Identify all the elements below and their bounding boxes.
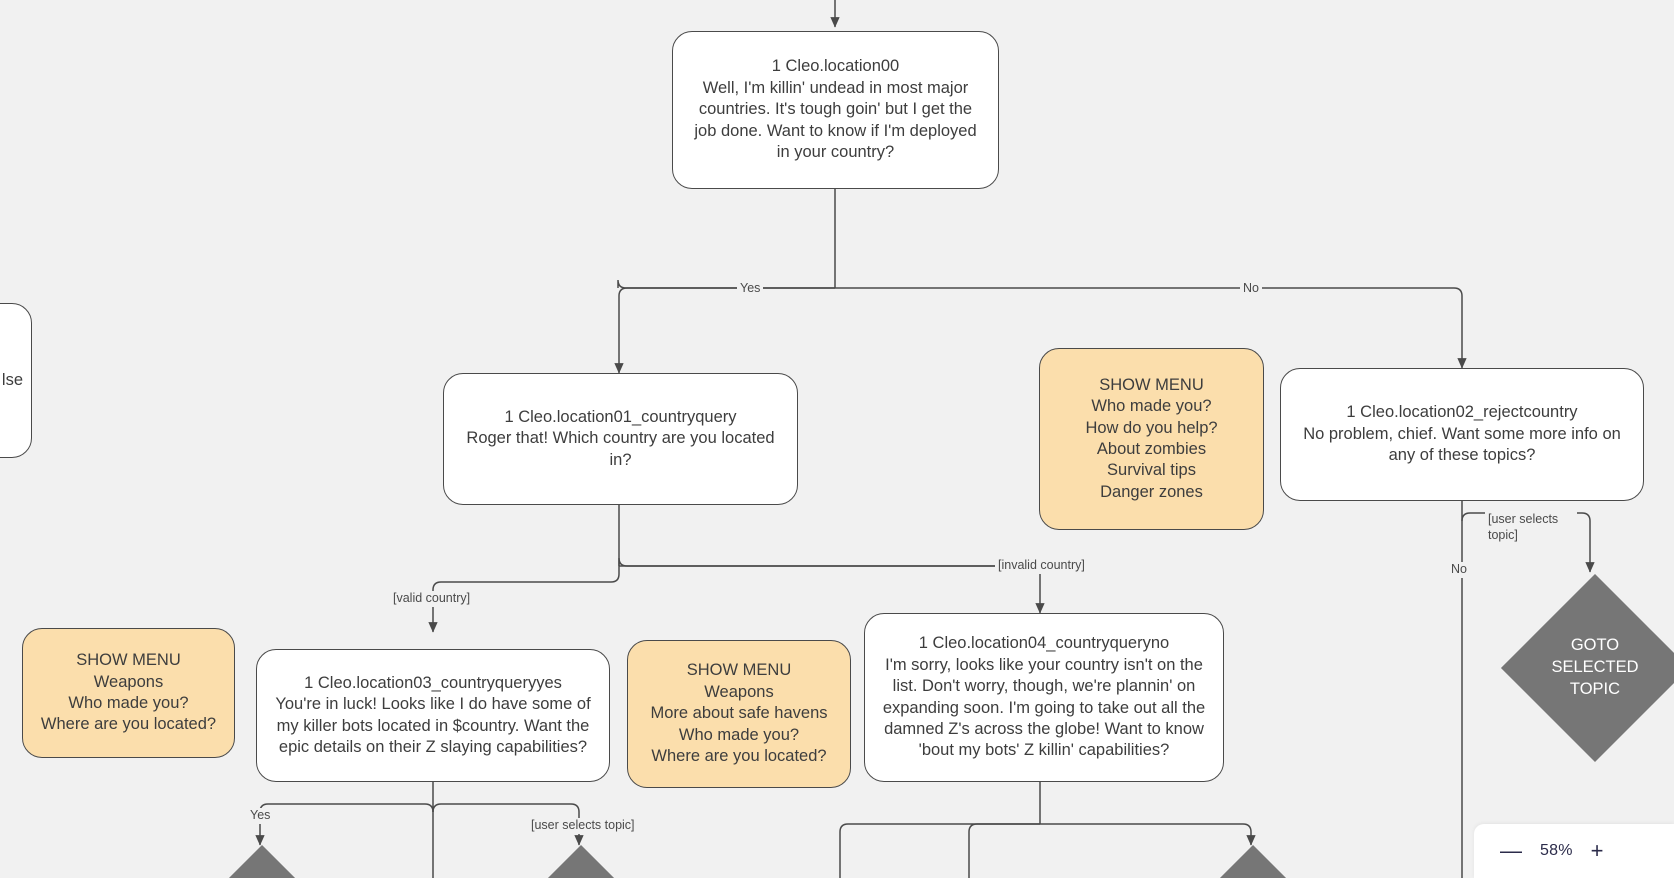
node-partial-left-else[interactable]: lse	[0, 303, 32, 458]
node-decision-bottom-yes[interactable]	[215, 844, 309, 878]
flowchart-canvas[interactable]: lse 1 Cleo.location00 Well, I'm killin' …	[0, 0, 1674, 878]
edge-label-no-right: No	[1448, 562, 1470, 578]
edge-label-user-selects-topic-bottom: [user selects topic]	[528, 818, 638, 834]
edge-label-user-selects-topic-right: [user selects topic]	[1485, 512, 1577, 544]
zoom-control[interactable]: — 58% +	[1474, 824, 1674, 878]
node-location04-countryqueryno[interactable]: 1 Cleo.location04_countryqueryno I'm sor…	[864, 613, 1224, 782]
zoom-out-button[interactable]: —	[1500, 840, 1522, 862]
node-menu-weapons-left[interactable]: SHOW MENU Weapons Who made you? Where ar…	[22, 628, 235, 758]
edge-label-no-top: No	[1240, 281, 1262, 297]
node-decision-bottom-topic[interactable]	[534, 844, 628, 878]
edge-label-yes-bottom: Yes	[247, 808, 274, 824]
node-decision-bottom-right[interactable]	[1206, 844, 1300, 878]
edge-label-invalid-country: [invalid country]	[995, 558, 1088, 574]
edge-label-yes-top: Yes	[737, 281, 764, 297]
node-location02-rejectcountry[interactable]: 1 Cleo.location02_rejectcountry No probl…	[1280, 368, 1644, 501]
zoom-level-value: 58%	[1540, 842, 1573, 859]
edge-label-valid-country: [valid country]	[390, 591, 474, 607]
zoom-in-button[interactable]: +	[1591, 840, 1604, 862]
node-location00[interactable]: 1 Cleo.location00 Well, I'm killin' unde…	[672, 31, 999, 189]
node-menu-safe-havens[interactable]: SHOW MENU Weapons More about safe havens…	[627, 640, 851, 788]
node-location03-countryqueryyes[interactable]: 1 Cleo.location03_countryqueryyes You're…	[256, 649, 610, 782]
node-location01-countryquery[interactable]: 1 Cleo.location01_countryquery Roger tha…	[443, 373, 798, 505]
node-goto-selected-topic[interactable]: GOTO SELECTED TOPIC	[1500, 573, 1674, 763]
node-menu-reject-topics[interactable]: SHOW MENU Who made you? How do you help?…	[1039, 348, 1264, 530]
